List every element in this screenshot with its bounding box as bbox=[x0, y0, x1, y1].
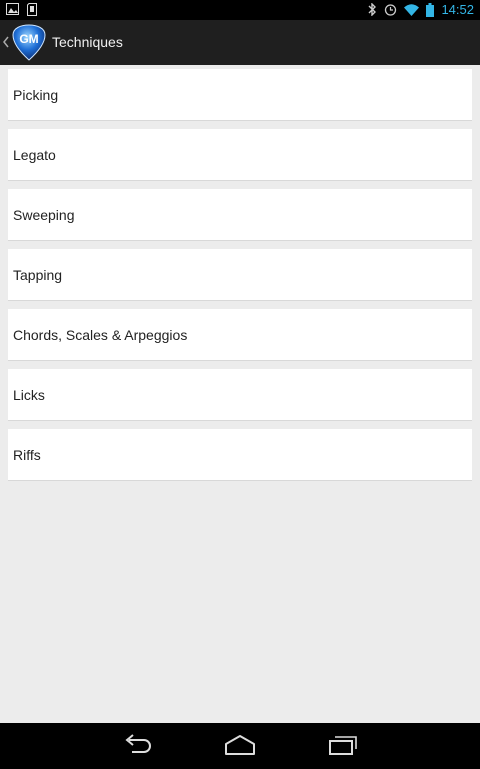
list-item-label: Riffs bbox=[13, 447, 41, 463]
navigation-bar bbox=[0, 723, 480, 769]
bluetooth-icon bbox=[368, 3, 377, 16]
list-item-riffs[interactable]: Riffs bbox=[8, 429, 472, 481]
clock-time: 14:52 bbox=[441, 2, 474, 17]
alarm-icon bbox=[384, 3, 397, 16]
battery-icon bbox=[426, 2, 435, 17]
action-bar: GM Techniques bbox=[0, 20, 480, 65]
list-item-label: Sweeping bbox=[13, 207, 75, 223]
list-item-label: Legato bbox=[13, 147, 56, 163]
page-title: Techniques bbox=[52, 34, 123, 50]
up-navigation-icon[interactable] bbox=[3, 34, 9, 53]
list-item-label: Chords, Scales & Arpeggios bbox=[13, 327, 188, 343]
recent-apps-icon[interactable] bbox=[327, 734, 359, 760]
gallery-icon bbox=[6, 3, 19, 16]
list-item-legato[interactable]: Legato bbox=[8, 129, 472, 181]
list-item-label: Licks bbox=[13, 387, 45, 403]
status-bar: 14:52 bbox=[0, 0, 480, 20]
list-item-sweeping[interactable]: Sweeping bbox=[8, 189, 472, 241]
list-item-label: Picking bbox=[13, 87, 59, 103]
app-logo[interactable]: GM bbox=[10, 24, 48, 62]
list-item-tapping[interactable]: Tapping bbox=[8, 249, 472, 301]
wifi-icon bbox=[404, 3, 420, 16]
app-logo-text: GM bbox=[19, 32, 38, 46]
list-item-licks[interactable]: Licks bbox=[8, 369, 472, 421]
list-item-picking[interactable]: Picking bbox=[8, 69, 472, 121]
list-item-chords-scales-arpeggios[interactable]: Chords, Scales & Arpeggios bbox=[8, 309, 472, 361]
back-icon[interactable] bbox=[122, 734, 154, 760]
sd-card-icon bbox=[27, 3, 37, 16]
system-icons: 14:52 bbox=[368, 2, 474, 17]
list-item-label: Tapping bbox=[13, 267, 63, 283]
home-icon[interactable] bbox=[224, 734, 256, 760]
notification-icons bbox=[6, 3, 37, 16]
